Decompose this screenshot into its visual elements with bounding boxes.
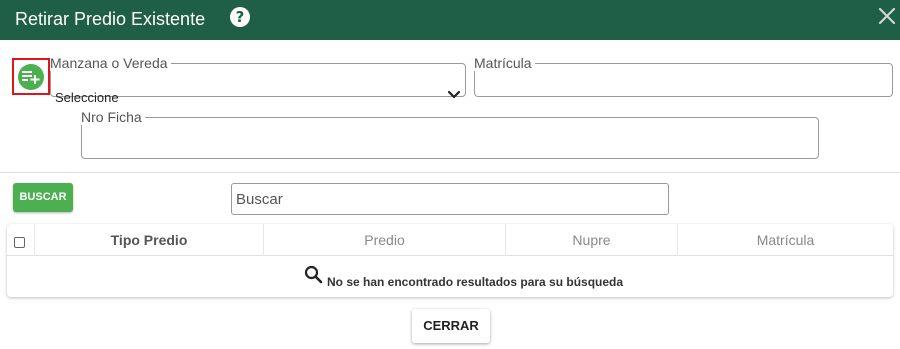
column-header-tipo-predio[interactable]: Tipo Predio [35,224,263,256]
results-table: Tipo Predio Predio Nupre Matrícula No se… [7,224,893,297]
dialog-header: Retirar Predio Existente ? [0,0,900,40]
manzana-selected-value: Seleccione [55,90,119,105]
help-icon[interactable]: ? [230,7,250,27]
search-icon [304,265,323,284]
empty-state-message: No se han encontrado resultados para su … [327,275,624,289]
section-divider [0,172,900,173]
buscar-button[interactable]: BUSCAR [13,183,73,212]
search-input[interactable] [231,183,669,215]
matricula-label: Matrícula [474,55,532,71]
nro-ficha-label: Nro Ficha [81,109,142,125]
matricula-field[interactable]: Matrícula [474,55,893,97]
playlist-add-icon [22,71,40,84]
chevron-down-icon[interactable] [447,87,461,105]
add-predio-button[interactable] [18,64,44,90]
close-icon[interactable] [877,6,897,28]
select-all-checkbox[interactable] [14,237,25,248]
column-header-nupre[interactable]: Nupre [506,224,677,256]
nro-ficha-field[interactable]: Nro Ficha [81,109,819,159]
manzana-select[interactable]: Manzana o Vereda Seleccione [50,55,466,105]
column-header-predio[interactable]: Predio [264,224,505,256]
table-header: Tipo Predio Predio Nupre Matrícula [7,224,893,256]
cerrar-button[interactable]: CERRAR [412,309,490,343]
manzana-label: Manzana o Vereda [50,55,168,71]
column-header-matricula[interactable]: Matrícula [678,224,893,256]
add-button-highlight [12,58,50,95]
dialog-title: Retirar Predio Existente [15,9,206,29]
